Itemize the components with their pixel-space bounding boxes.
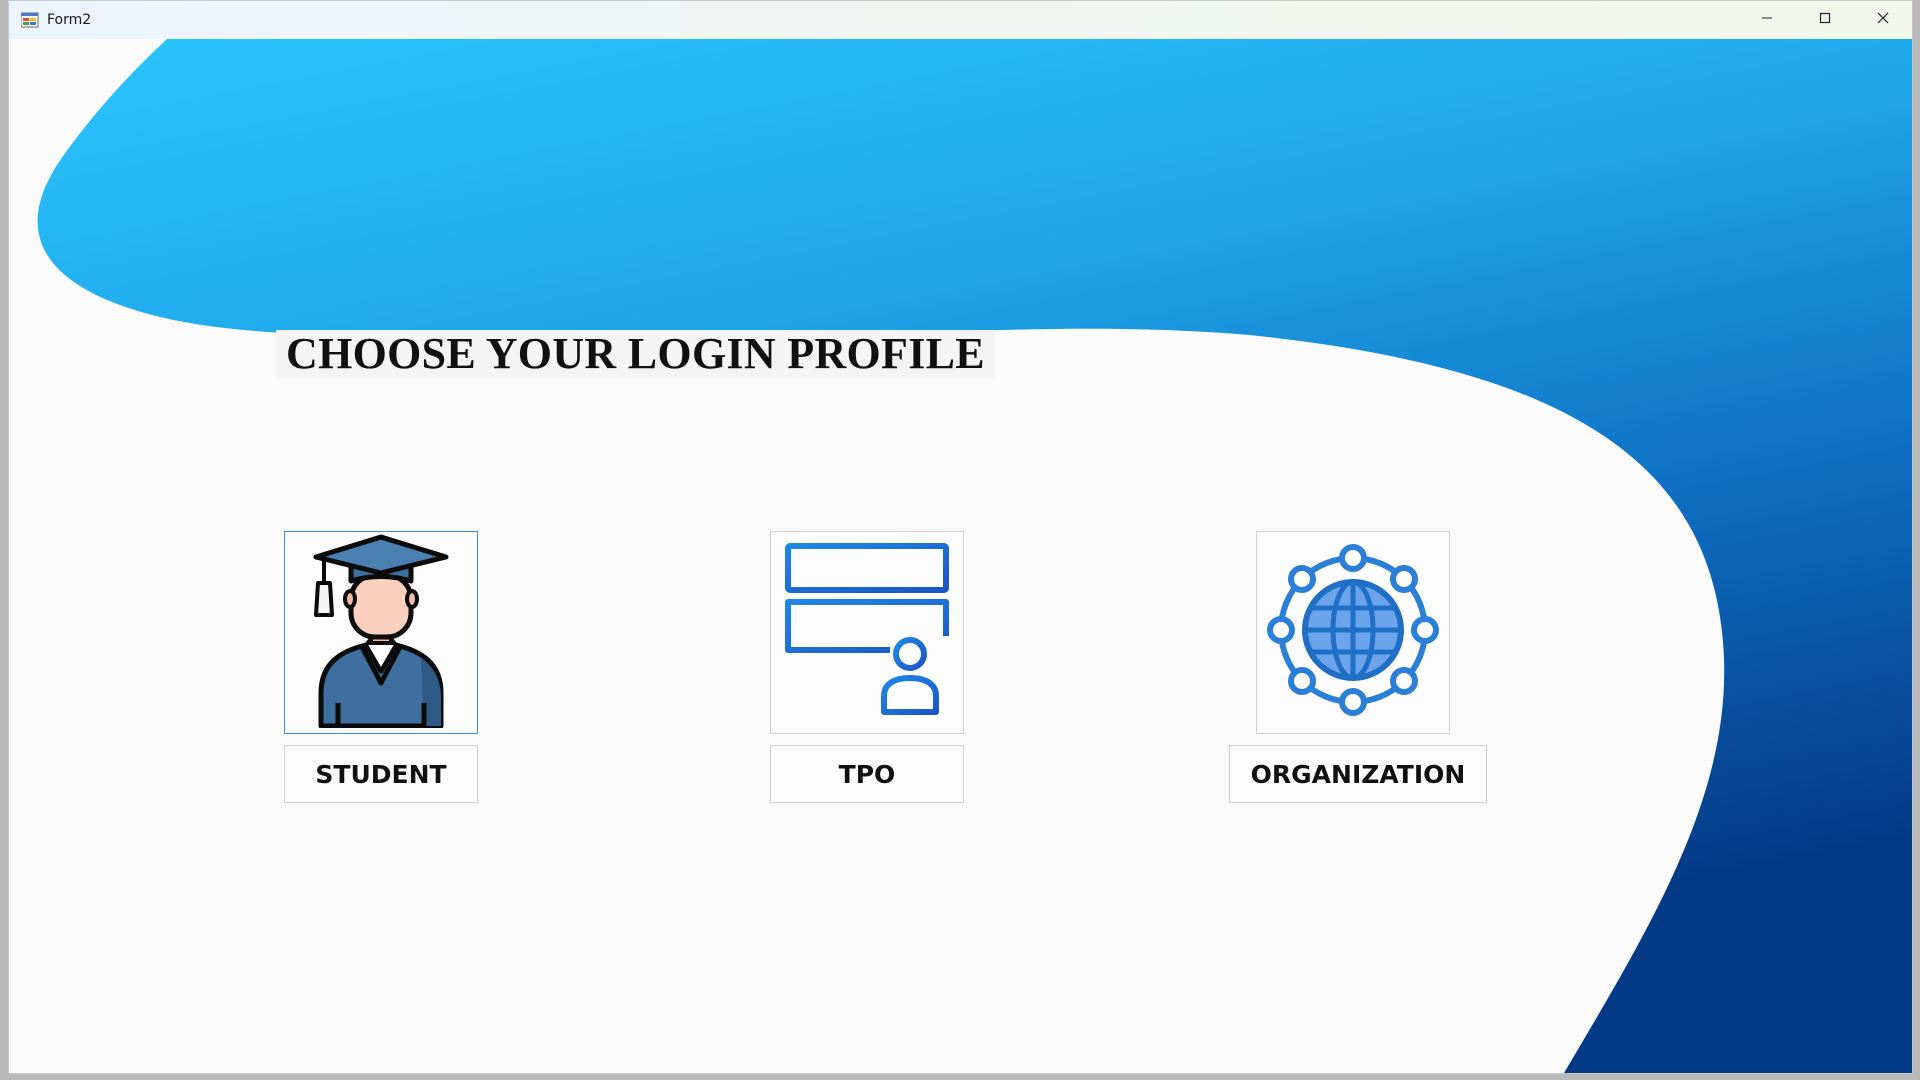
organization-image-button[interactable] [1256,531,1450,734]
title-bar[interactable]: Form2 [9,1,1912,39]
server-user-icon [782,540,952,725]
minimize-button[interactable] [1738,1,1796,39]
tpo-button-label: TPO [838,759,896,789]
graduate-icon [296,533,466,733]
student-image-button[interactable] [284,531,478,734]
organization-button-label: ORGANIZATION [1250,759,1466,789]
organization-button[interactable]: ORGANIZATION [1229,745,1487,803]
app-icon [20,12,39,28]
window-controls [1738,1,1912,39]
maximize-icon [1819,11,1831,29]
globe-network-icon [1265,538,1441,727]
app-window: Form2 CHOOSE YOUR LOGIN PROFILE STUDENT … [8,0,1913,1074]
page-title: CHOOSE YOUR LOGIN PROFILE [276,330,995,378]
maximize-button[interactable] [1796,1,1854,39]
student-button-label: STUDENT [315,759,447,789]
close-button[interactable] [1854,1,1912,39]
tpo-image-button[interactable] [770,531,964,734]
minimize-icon [1761,11,1773,29]
form-client-area: CHOOSE YOUR LOGIN PROFILE STUDENT TPO OR… [9,39,1912,1073]
close-icon [1877,11,1889,29]
tpo-button[interactable]: TPO [770,745,964,803]
window-title: Form2 [47,12,92,28]
student-button[interactable]: STUDENT [284,745,478,803]
